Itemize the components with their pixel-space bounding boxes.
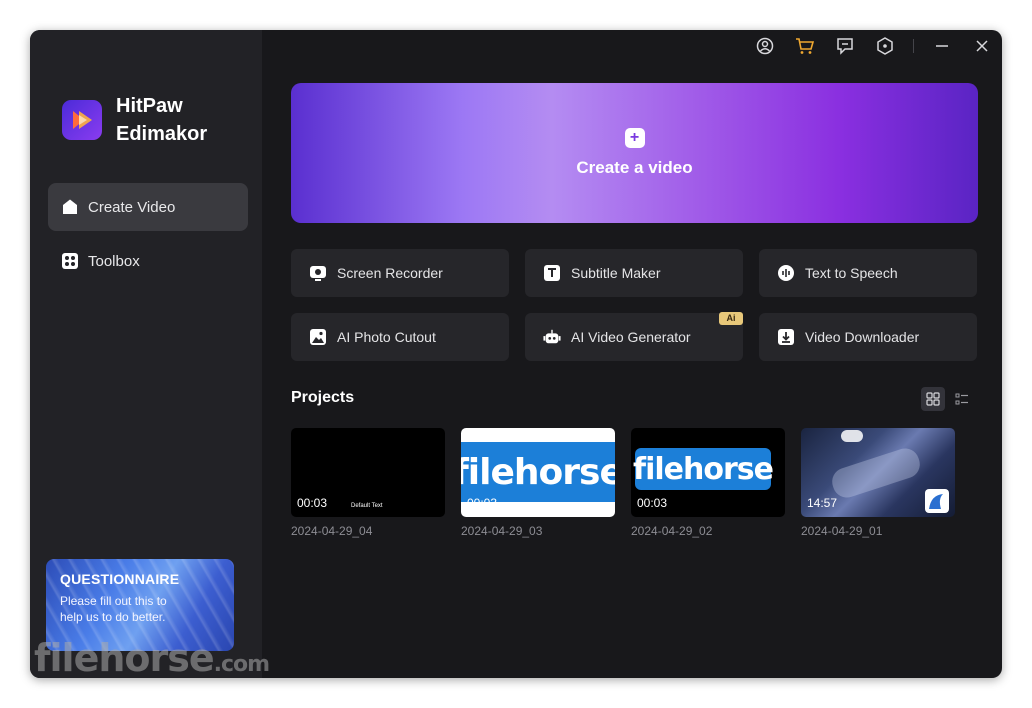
sidebar-item-toolbox[interactable]: Toolbox [48, 237, 248, 285]
project-name: 2024-04-29_01 [801, 524, 883, 538]
speech-icon [777, 264, 795, 282]
divider [913, 39, 914, 53]
project-card[interactable]: filehorse 00:03 2024-04-29_03 [461, 428, 615, 538]
project-card[interactable]: Default Text 00:03 2024-04-29_04 [291, 428, 445, 538]
plus-icon: + [624, 128, 645, 148]
project-card[interactable]: 14:57 2024-04-29_01 [801, 428, 955, 538]
screen-recorder-button[interactable]: Screen Recorder [291, 249, 509, 297]
sidebar-item-create-video[interactable]: Create Video [48, 183, 248, 231]
tool-label: Screen Recorder [337, 265, 443, 281]
app-logo: HitPaw Edimakor [62, 92, 236, 148]
toolbox-icon [60, 251, 80, 271]
questionnaire-text: Please fill out this to help us to do be… [60, 594, 167, 624]
photo-cutout-icon [309, 328, 327, 346]
ai-video-generator-button[interactable]: AI Video Generator Ai [525, 312, 743, 361]
download-icon [777, 328, 795, 346]
subtitle-maker-button[interactable]: Subtitle Maker [525, 249, 743, 297]
project-name: 2024-04-29_04 [291, 524, 373, 538]
title-bar [745, 30, 1002, 62]
ai-badge: Ai [719, 312, 743, 325]
project-thumbnail[interactable]: 14:57 [801, 428, 955, 517]
project-thumbnail[interactable]: filehorse 00:03 [461, 428, 615, 517]
project-duration: 00:03 [297, 496, 328, 510]
sidebar: HitPaw Edimakor Create Video Toolbox QUE… [30, 30, 262, 678]
subtitle-icon [543, 264, 561, 282]
list-view-icon[interactable] [950, 387, 974, 411]
thumbnail-overlay-text: filehorse [633, 451, 774, 487]
minimize-icon[interactable] [922, 30, 962, 62]
sidebar-item-label: Toolbox [88, 252, 140, 270]
create-video-button[interactable]: + Create a video [291, 83, 978, 223]
app-name: HitPaw Edimakor [116, 95, 208, 145]
project-card[interactable]: filehorse 00:03 2024-04-29_02 [631, 428, 785, 538]
project-thumbnail[interactable]: Default Text 00:03 [291, 428, 445, 517]
tool-label: Text to Speech [805, 265, 898, 281]
project-duration: 00:03 [467, 496, 498, 510]
settings-icon[interactable] [865, 30, 905, 62]
create-video-label: Create a video [576, 158, 693, 177]
tool-label: Video Downloader [805, 329, 920, 345]
project-name: 2024-04-29_03 [461, 524, 543, 538]
filehorse-watermark: filehorse.com [34, 636, 270, 680]
account-icon[interactable] [745, 30, 785, 62]
project-duration: 14:57 [807, 496, 838, 510]
screen-recorder-icon [309, 264, 327, 282]
watermark-logo-icon [925, 489, 949, 513]
edimakor-logo-icon [62, 100, 102, 140]
projects-heading: Projects [291, 389, 355, 406]
video-downloader-button[interactable]: Video Downloader [759, 313, 977, 361]
questionnaire-title: QUESTIONNAIRE [60, 571, 180, 587]
close-icon[interactable] [962, 30, 1002, 62]
project-duration: 00:03 [637, 496, 668, 510]
tool-label: Subtitle Maker [571, 265, 661, 281]
grid-view-icon[interactable] [921, 387, 945, 411]
thumbnail-overlay-text: filehorse [461, 451, 615, 493]
ai-photo-cutout-button[interactable]: AI Photo Cutout [291, 313, 509, 361]
tool-label: AI Video Generator [571, 329, 691, 345]
project-name: 2024-04-29_02 [631, 524, 713, 538]
robot-icon [543, 328, 561, 346]
home-icon [60, 197, 80, 217]
feedback-icon[interactable] [825, 30, 865, 62]
sidebar-item-label: Create Video [88, 198, 176, 216]
tool-label: AI Photo Cutout [337, 329, 436, 345]
app-window: HitPaw Edimakor Create Video Toolbox QUE… [30, 30, 1002, 678]
thumbnail-overlay-text: Default Text [351, 503, 383, 509]
project-thumbnail[interactable]: filehorse 00:03 [631, 428, 785, 517]
cart-icon[interactable] [785, 30, 825, 62]
text-to-speech-button[interactable]: Text to Speech [759, 249, 977, 297]
